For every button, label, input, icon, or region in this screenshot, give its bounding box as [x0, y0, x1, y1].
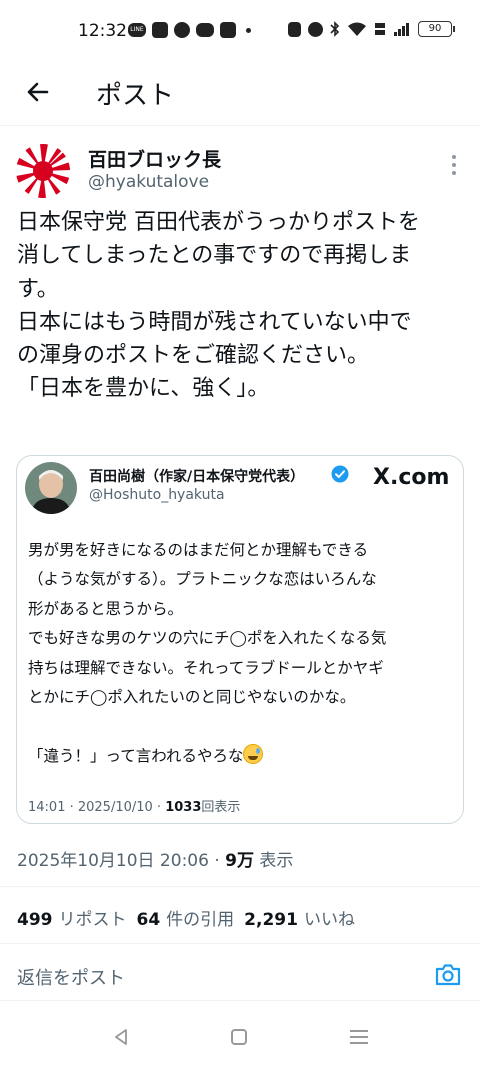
reply-input[interactable]: 返信をポスト	[17, 964, 125, 990]
divider	[0, 943, 480, 944]
quote-date: 14:01 · 2025/10/10 ·	[28, 800, 166, 815]
wifi-icon	[348, 22, 366, 36]
quote-author-handle: @Hoshuto_hyakuta	[89, 487, 225, 503]
verified-badge-icon	[331, 465, 349, 483]
status-time: 12:32	[78, 21, 127, 41]
page-title: ポスト	[96, 81, 175, 111]
post-text: 日本保守党 百田代表がうっかりポストを 消してしまったとの事ですので再掲しま す…	[17, 210, 420, 402]
volte-icon	[375, 23, 385, 35]
post-timestamp: 2025年10月10日 20:06 · 9万 表示	[17, 851, 294, 871]
bluetooth-icon	[330, 21, 340, 37]
top-app-bar: ポスト	[0, 62, 480, 126]
notification-icons: LINE	[128, 22, 251, 38]
author-handle[interactable]: @hyakutalove	[88, 172, 209, 192]
more-vertical-icon[interactable]	[446, 152, 462, 176]
divider	[0, 886, 480, 887]
rising-sun-flag-avatar	[16, 144, 70, 198]
nav-back-icon[interactable]	[112, 1028, 130, 1046]
system-nav-bar	[0, 1012, 480, 1067]
mail-icon	[152, 22, 168, 38]
post-date[interactable]: 2025年10月10日 20:06	[17, 851, 209, 871]
reposts-stat[interactable]: 499 リポスト	[17, 905, 127, 930]
app-notification-icon	[174, 22, 190, 38]
nfc-icon	[288, 21, 301, 37]
status-bar: 12:32 LINE 90	[0, 0, 480, 62]
cart-icon	[220, 22, 236, 38]
signal-icon	[394, 23, 409, 36]
more-notifications-icon	[246, 27, 251, 33]
arrow-left-icon[interactable]	[20, 74, 56, 110]
likes-stat[interactable]: 2,291 いいね	[244, 905, 355, 930]
x-com-logo: X.com	[373, 465, 450, 490]
post-views-label: 表示	[259, 851, 294, 871]
camera-icon[interactable]	[434, 961, 462, 989]
alarm-icon	[308, 21, 323, 37]
quote-avatar	[25, 462, 77, 514]
avatar[interactable]	[16, 144, 70, 198]
quote-author-name: 百田尚樹（作家/日本保守党代表）	[89, 469, 305, 485]
quote-meta: 14:01 · 2025/10/10 · 1033回表示	[28, 796, 240, 815]
battery-icon: 90	[418, 21, 455, 37]
divider	[0, 1000, 480, 1001]
engagement-stats: 499 リポスト 64 件の引用 2,291 いいね	[17, 905, 355, 930]
quotes-stat[interactable]: 64 件の引用	[137, 905, 235, 930]
nav-recents-icon[interactable]	[350, 1030, 368, 1044]
quote-text: 男が男を好きになるのはまだ何とか理解もできる （ような気がする）。プラトニックな…	[28, 541, 387, 765]
quote-views-label: 回表示	[201, 800, 241, 815]
line-app-icon: LINE	[128, 23, 146, 37]
post-views-count: 9万	[225, 851, 254, 871]
quote-views-count: 1033	[165, 800, 202, 815]
system-icons: 90	[288, 21, 455, 37]
author-name[interactable]: 百田ブロック長	[88, 145, 221, 172]
grinning-sweat-emoji-icon	[243, 743, 264, 764]
nav-home-icon[interactable]	[231, 1029, 247, 1045]
line-app-icon-2	[196, 23, 214, 37]
quoted-post-card[interactable]: 百田尚樹（作家/日本保守党代表） @Hoshuto_hyakuta X.com …	[16, 455, 464, 824]
